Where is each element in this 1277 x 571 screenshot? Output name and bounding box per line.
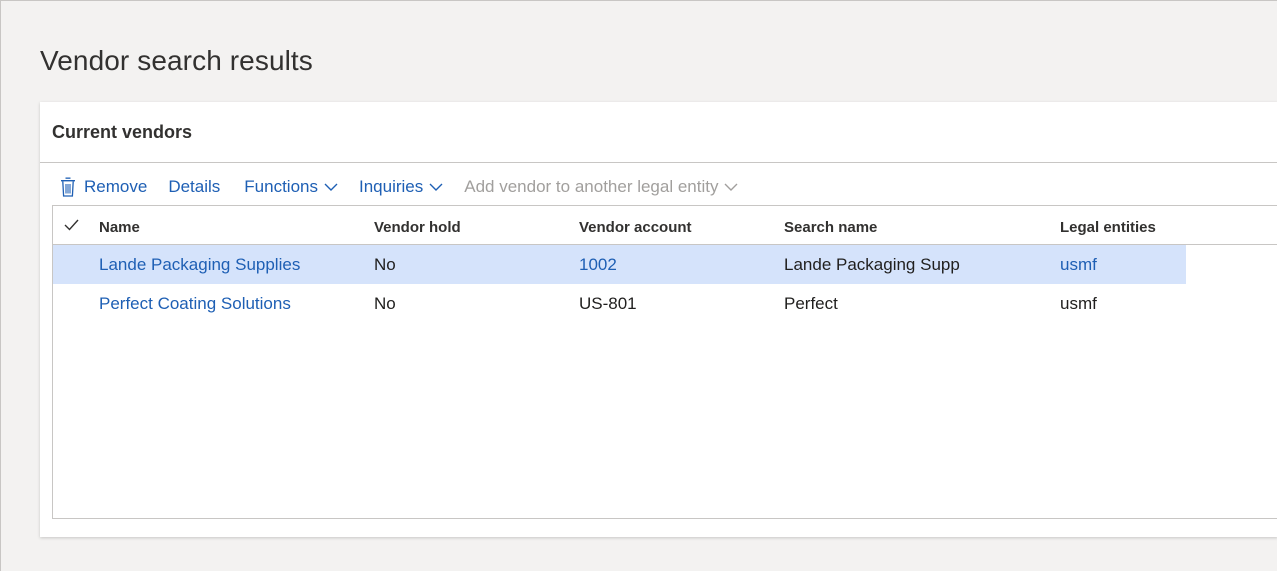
functions-menu-button[interactable]: Functions: [244, 173, 338, 201]
add-vendor-label: Add vendor to another legal entity: [464, 177, 719, 196]
inquiries-label: Inquiries: [358, 177, 424, 196]
column-header-vendor-hold[interactable]: Vendor hold: [374, 219, 461, 236]
remove-button[interactable]: Remove: [60, 173, 147, 201]
vendor-name-link[interactable]: Lande Packaging Supplies: [99, 255, 300, 275]
details-button[interactable]: Details: [168, 173, 220, 201]
table-row[interactable]: Lande Packaging Supplies No 1002 Lande P…: [53, 245, 1186, 284]
trash-icon: [61, 177, 75, 197]
vendor-account-link[interactable]: 1002: [579, 255, 617, 275]
search-name-cell: Perfect: [784, 294, 838, 313]
column-header-legal-entities[interactable]: Legal entities: [1060, 219, 1156, 236]
legal-entities-link[interactable]: usmf: [1060, 255, 1097, 275]
remove-label: Remove: [84, 177, 148, 196]
grid-header: Name Vendor hold Vendor account Search n…: [53, 206, 1277, 245]
chevron-down-icon: [324, 183, 338, 191]
details-label: Details: [168, 177, 221, 196]
app-frame: Vendor search results Current vendors Re…: [0, 0, 1277, 571]
legal-entities-cell: usmf: [1060, 294, 1097, 313]
table-row[interactable]: Perfect Coating Solutions No US-801 Perf…: [53, 284, 1186, 323]
panel-divider: [40, 162, 1277, 163]
vendor-name-link[interactable]: Perfect Coating Solutions: [99, 294, 291, 314]
vendor-hold-cell: No: [374, 294, 396, 313]
search-name-cell: Lande Packaging Supp: [784, 255, 960, 274]
panel-title: Current vendors: [52, 122, 193, 142]
add-vendor-to-legal-entity-button[interactable]: Add vendor to another legal entity: [464, 173, 738, 201]
vendor-account-cell: US-801: [579, 294, 637, 313]
functions-label: Functions: [244, 177, 318, 196]
chevron-down-icon: [724, 183, 738, 191]
current-vendors-panel: Current vendors Remove Details Functions: [40, 102, 1277, 537]
select-all-check-icon[interactable]: [64, 219, 79, 231]
page-title: Vendor search results: [40, 45, 313, 76]
column-header-name[interactable]: Name: [99, 219, 140, 236]
vendor-hold-cell: No: [374, 255, 396, 274]
action-toolbar: Remove Details Functions Inquiries Add v…: [60, 172, 738, 202]
vendors-grid: Name Vendor hold Vendor account Search n…: [52, 205, 1277, 519]
inquiries-menu-button[interactable]: Inquiries: [359, 173, 443, 201]
column-header-search-name[interactable]: Search name: [784, 219, 877, 236]
chevron-down-icon: [429, 183, 443, 191]
column-header-vendor-account[interactable]: Vendor account: [579, 219, 692, 236]
